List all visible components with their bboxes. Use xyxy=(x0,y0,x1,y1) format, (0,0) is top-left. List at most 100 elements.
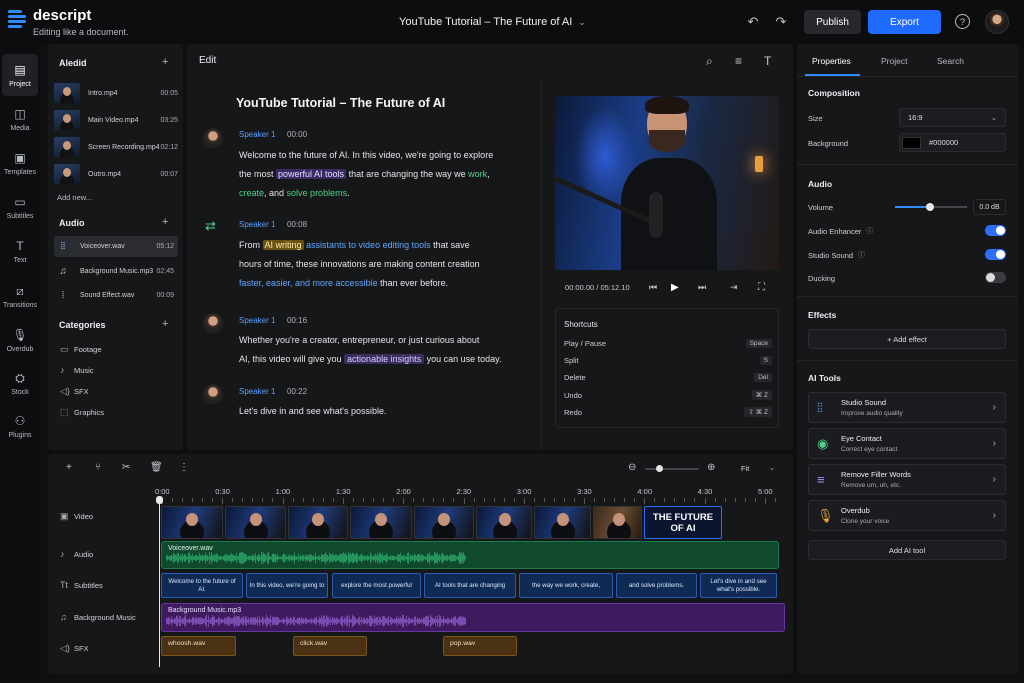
user-avatar[interactable] xyxy=(985,10,1009,34)
volume-slider-handle[interactable] xyxy=(926,203,934,211)
ai-tool-overdub[interactable]: 🎙︎ Overdub Clone your voice › xyxy=(808,500,1006,531)
add-icon[interactable]: + xyxy=(66,462,72,473)
descript-logo[interactable] xyxy=(8,8,26,28)
nav-subtitles[interactable]: ▭ Subtitles xyxy=(0,186,40,228)
add-effect-button[interactable]: + Add effect xyxy=(808,329,1006,349)
speaker-name[interactable]: Speaker 1 xyxy=(239,387,275,396)
scissors-icon[interactable]: ✂ xyxy=(122,462,130,473)
sfx-clip[interactable]: click.wav xyxy=(293,636,367,656)
voiceover-clip[interactable]: Voiceover.wav xyxy=(161,541,779,569)
info-icon[interactable]: ⓘ xyxy=(866,226,873,236)
ducking-toggle[interactable] xyxy=(985,272,1006,283)
transcript-paragraph[interactable]: From AI writing assistants to video edit… xyxy=(239,236,529,293)
nav-project[interactable]: ▤ Project xyxy=(2,54,38,96)
video-preview[interactable] xyxy=(555,96,779,270)
transcript-paragraph[interactable]: Let's dive in and see what's possible. xyxy=(239,402,529,421)
nav-overdub[interactable]: 🎙︎ Overdub xyxy=(0,319,40,361)
color-swatch[interactable] xyxy=(902,136,921,149)
trash-icon[interactable]: 🗑︎ xyxy=(150,462,163,473)
tab-properties[interactable]: Properties xyxy=(812,56,851,66)
title-card-clip[interactable]: THE FUTURE OF AI xyxy=(644,506,722,539)
speaker-name[interactable]: Speaker 1 xyxy=(239,220,275,229)
ai-tool-studio-sound[interactable]: ⦙⦙ Studio Sound Improve audio quality › xyxy=(808,392,1006,423)
playhead-handle[interactable] xyxy=(156,496,163,504)
ai-tool-remove-filler-words[interactable]: ≡ Remove Filler Words Remove um, uh, etc. › xyxy=(808,464,1006,495)
add-ai-tool-button[interactable]: Add AI tool xyxy=(808,540,1006,560)
sfx-clip[interactable]: whoosh.wav xyxy=(161,636,236,656)
video-clip[interactable] xyxy=(414,506,474,539)
text-format-icon[interactable]: T xyxy=(764,54,771,68)
media-item[interactable]: Intro.mp4 00:05 xyxy=(54,82,178,104)
transcript-paragraph[interactable]: Whether you're a creator, entrepreneur, … xyxy=(239,331,529,369)
video-clip[interactable] xyxy=(225,506,286,539)
nav-text[interactable]: T Text xyxy=(0,230,40,272)
media-item[interactable]: Main Video.mp4 03:25 xyxy=(54,109,178,131)
audio-item[interactable]: ⦙⦙ Voiceover.wav 05:12 xyxy=(54,236,178,257)
play-icon[interactable]: ▶ xyxy=(671,282,679,293)
category-item[interactable]: ⬚ Graphics xyxy=(60,407,104,418)
subtitle-clip[interactable]: explore the most powerful xyxy=(332,573,421,598)
background-color-field[interactable]: #000000 xyxy=(899,133,1006,152)
subtitle-clip[interactable]: In this video, we're going to xyxy=(246,573,328,598)
export-button[interactable]: Export xyxy=(868,10,941,34)
category-item[interactable]: ▭ Footage xyxy=(60,344,102,355)
nav-transitions[interactable]: ⧄ Transitions xyxy=(0,275,40,317)
subtitle-clip[interactable]: the way we work, create, xyxy=(519,573,613,598)
fullscreen-icon[interactable]: ⛶ xyxy=(758,282,765,293)
redo-icon[interactable]: ↷ xyxy=(773,14,789,30)
background-music-clip[interactable]: Background Music.mp3 xyxy=(161,603,785,632)
undo-icon[interactable]: ↶ xyxy=(745,14,761,30)
ai-tool-eye-contact[interactable]: ◉ Eye Contact Correct eye contact › xyxy=(808,428,1006,459)
transcript-paragraph[interactable]: Welcome to the future of AI. In this vid… xyxy=(239,146,529,203)
info-icon[interactable]: ⓘ xyxy=(858,250,865,260)
nav-templates[interactable]: ▣ Templates xyxy=(0,142,40,184)
skip-forward-icon[interactable]: ⏭ xyxy=(698,282,706,293)
subtitle-clip[interactable]: Welcome to the future of AI. xyxy=(161,573,243,598)
playhead-line[interactable] xyxy=(159,497,160,667)
nav-stock[interactable]: ⛭ Stock xyxy=(0,362,40,404)
zoom-fit-select[interactable]: Fit ⌄ xyxy=(733,461,783,477)
audio-enhancer-toggle[interactable] xyxy=(985,225,1006,236)
video-clip[interactable] xyxy=(161,506,223,539)
size-select[interactable]: 16:9 ⌄ xyxy=(899,108,1006,127)
add-media-icon[interactable]: + xyxy=(162,56,168,68)
add-audio-icon[interactable]: + xyxy=(162,216,168,228)
speaker-name[interactable]: Speaker 1 xyxy=(239,130,275,139)
tab-project[interactable]: Project xyxy=(881,56,907,66)
zoom-slider-handle[interactable] xyxy=(656,465,663,472)
audio-item[interactable]: ⦙ Sound Effect.wav 00:09 xyxy=(54,285,178,306)
subtitle-clip[interactable]: and solve problems. xyxy=(616,573,697,598)
add-new-link[interactable]: Add new... xyxy=(57,193,92,202)
video-clip[interactable] xyxy=(593,506,642,539)
document-title-dropdown[interactable]: YouTube Tutorial – The Future of AI ⌄ xyxy=(399,16,586,28)
split-icon[interactable]: ⑂ xyxy=(95,462,101,473)
tab-search[interactable]: Search xyxy=(937,56,964,66)
video-clip[interactable] xyxy=(476,506,532,539)
media-item[interactable]: Outro.mp4 00:07 xyxy=(54,163,178,185)
studio-sound-toggle[interactable] xyxy=(985,249,1006,260)
subtitle-clip[interactable]: Let's dive in and see what's possible. xyxy=(700,573,777,598)
nav-plugins[interactable]: ⚇ Plugins xyxy=(0,405,40,447)
help-icon[interactable]: ? xyxy=(955,14,970,29)
category-item[interactable]: ♪ Music xyxy=(60,365,94,375)
category-item[interactable]: ◁) SFX xyxy=(60,386,89,397)
add-category-icon[interactable]: + xyxy=(162,318,168,330)
align-icon[interactable]: ≡ xyxy=(735,54,742,68)
sfx-clip[interactable]: pop.wav xyxy=(443,636,517,656)
video-clip[interactable] xyxy=(288,506,348,539)
video-clip[interactable] xyxy=(534,506,591,539)
subtitle-clip[interactable]: AI tools that are changing xyxy=(424,573,516,598)
search-icon[interactable]: ⌕ xyxy=(706,54,713,69)
volume-value[interactable]: 0.0 dB xyxy=(973,199,1006,215)
zoom-in-icon[interactable]: ⊕ xyxy=(707,462,715,473)
publish-button[interactable]: Publish xyxy=(804,10,861,34)
next-frame-icon[interactable]: ⇥ xyxy=(730,282,738,293)
audio-item[interactable]: ♫ Background Music.mp3 02:45 xyxy=(54,261,178,282)
zoom-out-icon[interactable]: ⊖ xyxy=(628,462,636,473)
zoom-slider-track[interactable] xyxy=(645,468,699,470)
media-item[interactable]: Screen Recording.mp4 02:12 xyxy=(54,136,178,158)
skip-back-icon[interactable]: ⏮ xyxy=(649,282,657,293)
speaker-name[interactable]: Speaker 1 xyxy=(239,316,275,325)
nav-media[interactable]: ◫ Media xyxy=(0,98,40,140)
video-clip[interactable] xyxy=(350,506,412,539)
